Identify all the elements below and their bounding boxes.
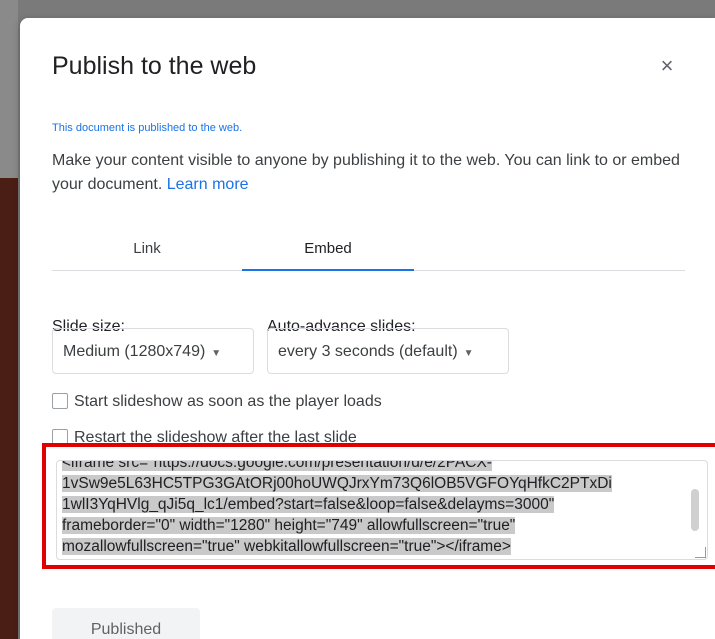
- background-slide: [0, 178, 18, 639]
- tab-bar: Link Embed: [52, 240, 685, 271]
- tab-embed[interactable]: Embed: [242, 240, 414, 271]
- publish-status: This document is published to the web.: [52, 122, 243, 134]
- close-icon[interactable]: ×: [656, 55, 678, 78]
- embed-code-textarea[interactable]: <iframe src="https://docs.google.com/pre…: [56, 460, 708, 560]
- scrollbar-thumb[interactable]: [691, 489, 699, 531]
- dialog-title: Publish to the web: [52, 52, 257, 80]
- learn-more-link[interactable]: Learn more: [167, 176, 249, 193]
- start-slideshow-label: Start slideshow as soon as the player lo…: [74, 393, 382, 410]
- embed-code-line: mozallowfullscreen="true" webkitallowful…: [62, 538, 511, 555]
- published-button[interactable]: Published: [52, 608, 200, 639]
- chevron-down-icon: ▼: [211, 348, 222, 359]
- publish-dialog: Publish to the web × This document is pu…: [20, 18, 715, 639]
- embed-code-line: 1vSw9e5L63HC5TPG3GAtORj00hoUWQJrxYm73Q6l…: [62, 475, 612, 492]
- chevron-down-icon: ▼: [463, 348, 474, 359]
- tab-link[interactable]: Link: [52, 240, 242, 270]
- embed-code-line: frameborder="0" width="1280" height="749…: [62, 517, 516, 534]
- description-text: Make your content visible to anyone by p…: [52, 152, 680, 193]
- embed-code-highlight: <iframe src="https://docs.google.com/pre…: [42, 443, 715, 569]
- auto-advance-select[interactable]: every 3 seconds (default) ▼: [267, 328, 509, 374]
- embed-code-line: 1wlI3YqHVlg_qJi5q_lc1/embed?start=false&…: [62, 496, 555, 513]
- embed-code-line: <iframe src="https://docs.google.com/pre…: [62, 461, 492, 471]
- slide-size-value: Medium (1280x749): [63, 343, 206, 360]
- slide-size-select[interactable]: Medium (1280x749) ▼: [52, 328, 254, 374]
- background-panel: [0, 0, 18, 178]
- start-slideshow-option[interactable]: Start slideshow as soon as the player lo…: [52, 392, 382, 412]
- start-slideshow-checkbox[interactable]: [52, 393, 68, 409]
- resize-handle-icon[interactable]: [695, 547, 706, 558]
- embed-code-text: <iframe src="https://docs.google.com/pre…: [62, 461, 680, 557]
- auto-advance-value: every 3 seconds (default): [278, 343, 458, 360]
- dialog-description: Make your content visible to anyone by p…: [52, 149, 682, 197]
